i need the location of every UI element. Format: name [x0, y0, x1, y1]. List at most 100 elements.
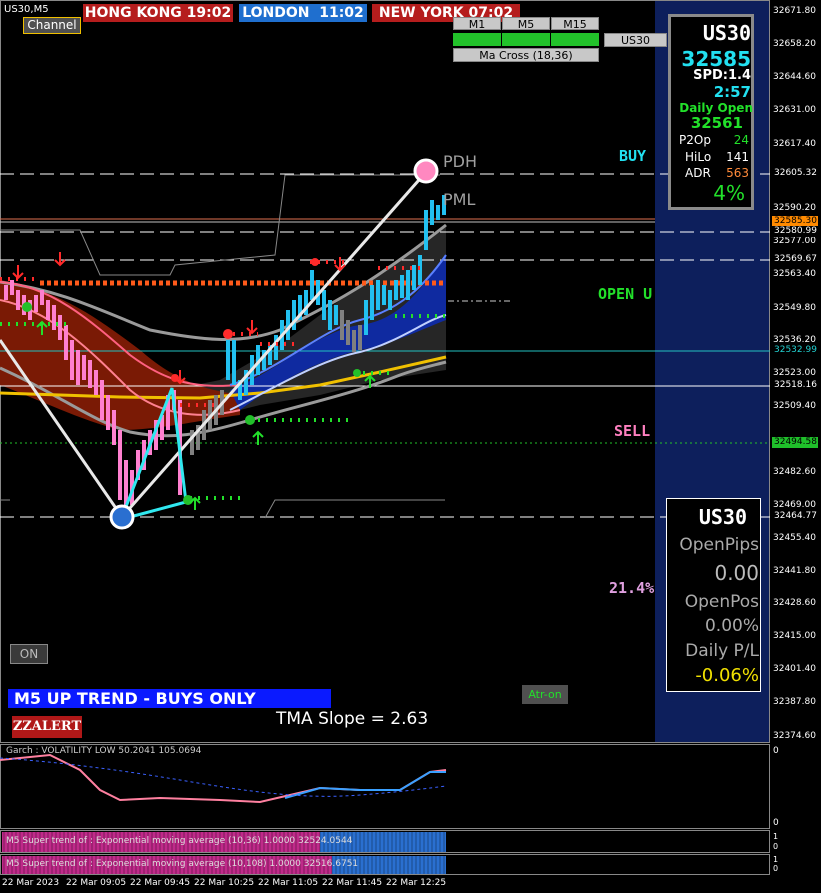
sell-dot — [311, 258, 319, 266]
pos-open-pos-label: OpenPos — [684, 592, 759, 612]
pct-label: 21.4% — [609, 579, 655, 597]
price-axis-label: 32590.20 — [773, 203, 816, 213]
channel-button[interactable]: Channel — [23, 17, 81, 34]
price-axis-label: 32617.40 — [773, 139, 816, 149]
candle — [232, 340, 236, 385]
session-london: LONDON 11:02 — [239, 4, 367, 22]
tf-m15-status — [551, 33, 599, 46]
price-axis-label: 32563.40 — [773, 269, 816, 279]
candle — [40, 290, 44, 305]
buy-dot — [22, 302, 32, 312]
price-axis-label: 32428.60 — [773, 598, 816, 608]
pdh-label: PDH — [443, 152, 477, 171]
buy-dot — [245, 415, 255, 425]
info-percent: 4% — [713, 181, 745, 205]
info-spread: SPD:1.4 — [693, 68, 751, 83]
candle — [88, 360, 92, 388]
info-timer: 2:57 — [713, 83, 751, 101]
st2-axis-top: 1 — [773, 855, 779, 864]
tma-slope-label: TMA Slope = 2.63 — [276, 709, 429, 729]
info-daily-open-label: Daily Open — [679, 101, 753, 115]
pos-symbol: US30 — [698, 505, 747, 529]
position-panel: US30 OpenPips 0.00 OpenPos 0.00% Daily P… — [666, 498, 761, 692]
garch-pink-line — [0, 753, 447, 804]
down-arrow-icon — [246, 320, 258, 335]
candle — [340, 310, 344, 340]
candle — [358, 325, 362, 350]
tf-m5-button[interactable]: M5 — [502, 17, 550, 31]
pivot-high-marker — [413, 158, 439, 184]
price-tag: 32532.99 — [772, 345, 818, 356]
candle — [322, 290, 326, 320]
candle — [226, 340, 230, 380]
info-daily-open-value: 32561 — [690, 114, 743, 132]
candle — [436, 205, 440, 220]
on-button[interactable]: ON — [10, 644, 48, 664]
staircase-low — [0, 499, 445, 519]
price-axis-label: 32441.80 — [773, 566, 816, 576]
candle — [352, 330, 356, 352]
price-axis-label: 32387.80 — [773, 697, 816, 707]
candle — [364, 300, 368, 335]
candle — [82, 355, 86, 380]
trend-banner: M5 UP TREND - BUYS ONLY — [8, 689, 331, 708]
price-axis-label: 32455.40 — [773, 533, 816, 543]
buy-dot — [183, 495, 193, 505]
time-axis-label: 22 Mar 11:05 — [258, 878, 319, 888]
price-axis-label: 32469.00 — [773, 500, 816, 510]
candle — [310, 270, 314, 300]
candle — [112, 410, 116, 445]
price-axis-label: 32549.80 — [773, 303, 816, 313]
candle — [412, 265, 416, 290]
open-label: OPEN U — [598, 285, 653, 303]
pos-open-pips-value: 0.00 — [714, 561, 759, 585]
candle — [4, 285, 8, 300]
pivot-low-marker — [109, 504, 135, 530]
candle — [76, 350, 80, 385]
buy-dot — [353, 369, 361, 377]
ma-cross-button[interactable]: Ma Cross (18,36) — [453, 48, 599, 62]
sell-dot — [223, 329, 233, 339]
tf-symbol-button[interactable]: US30 — [604, 33, 667, 47]
candle — [94, 370, 98, 395]
price-tag: 32569.67 — [772, 254, 818, 265]
pos-daily-pl-value: -0.06% — [695, 665, 759, 686]
tf-m1-button[interactable]: M1 — [453, 17, 501, 31]
tf-m1-status — [453, 33, 501, 46]
candle — [100, 380, 104, 420]
price-axis-label: 32415.00 — [773, 631, 816, 641]
time-axis-label: 22 Mar 12:25 — [386, 878, 447, 888]
candle — [10, 280, 14, 295]
tf-m5-status — [502, 33, 550, 46]
time-axis-label: 22 Mar 10:25 — [194, 878, 255, 888]
buy-label: BUY — [619, 147, 647, 165]
price-tag: 32605.32 — [772, 168, 818, 179]
supertrend2-label: M5 Super trend of : Exponential moving a… — [6, 859, 359, 869]
candle — [424, 210, 428, 250]
candle — [334, 305, 338, 325]
price-tag: 32464.77 — [772, 511, 818, 522]
st2-axis-bottom: 0 — [773, 864, 779, 873]
pml-label: PML — [443, 190, 476, 209]
info-p2o-value: 24 — [733, 133, 749, 147]
tf-m15-button[interactable]: M15 — [551, 17, 599, 31]
price-tag: 32580.99 — [772, 226, 818, 237]
symbol-label: US30,M5 — [4, 4, 49, 15]
garch-plot-border — [0, 744, 770, 829]
price-axis-label: 32671.80 — [773, 6, 816, 16]
pos-open-pos-value: 0.00% — [704, 616, 759, 636]
candle — [382, 285, 386, 305]
down-arrow-icon — [54, 252, 66, 267]
time-axis-label: 22 Mar 2023 — [2, 878, 60, 888]
atr-on-button[interactable]: Atr-on — [522, 685, 568, 704]
down-arrow-icon — [12, 265, 24, 280]
supertrend1-label: M5 Super trend of : Exponential moving a… — [6, 836, 353, 846]
info-adr-value: 563 — [726, 166, 749, 180]
zzalert-badge[interactable]: ZZALERT — [12, 716, 82, 738]
time-axis-label: 22 Mar 09:45 — [130, 878, 191, 888]
price-axis-label: 32577.00 — [773, 236, 816, 246]
garch-label: Garch : VOLATILITY LOW 50.2041 105.0694 — [6, 746, 202, 756]
price-axis-label: 32482.60 — [773, 467, 816, 477]
pos-daily-pl-label: Daily P/L — [685, 641, 759, 661]
candle — [52, 305, 56, 330]
